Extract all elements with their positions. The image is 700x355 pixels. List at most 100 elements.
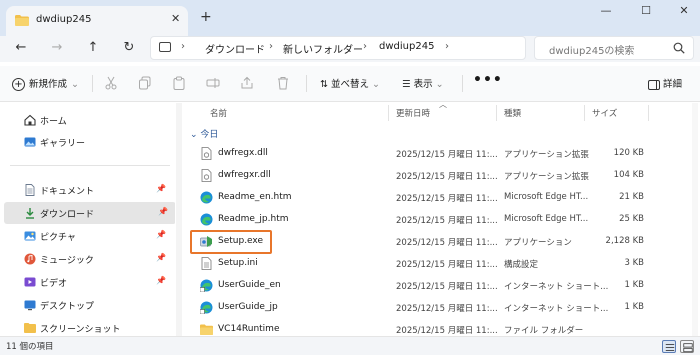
close-tab-icon[interactable]: ✕ [171,12,180,25]
file-row[interactable]: VC14Runtime 2025/12/15 月曜日 11:... ファイル フ… [186,319,692,336]
up-button[interactable]: ↑ [84,40,102,55]
breadcrumb-separator[interactable]: › [363,41,367,52]
breadcrumb-separator[interactable]: › [445,41,449,52]
chevron-down-icon: ⌄ [71,79,79,90]
pin-icon[interactable]: 📌 [156,276,166,285]
paste-icon[interactable] [172,76,186,90]
setup-exe-highlight [190,230,272,254]
file-list: 名前 ︿ 更新日時 種類 サイズ ⌄ 今日 dwfregx.dll 2025/1… [186,103,692,336]
copy-icon[interactable] [138,76,152,90]
tiles-view-icon [682,342,693,352]
documents-icon [25,184,35,196]
back-button[interactable]: ← [12,40,30,55]
new-button[interactable]: + 新規作成 ⌄ [12,76,79,91]
pin-icon[interactable]: 📌 [156,253,166,262]
forward-button[interactable]: → [48,40,66,55]
sidebar-item-documents[interactable]: ドキュメント 📌 [10,179,174,201]
command-bar: + 新規作成 ⌄ ⇅ 並べ替え ⌄ ☰ 表示 ⌄ ••• 詳細 [0,66,700,102]
view-icon: ☰ [402,79,411,90]
breadcrumb-new-folder[interactable]: 新しいフォルダー [283,41,363,56]
tab-dwdiup245[interactable]: dwdiup245 ✕ [6,6,188,36]
breadcrumb-downloads[interactable]: ダウンロード [205,41,265,56]
home-icon [24,114,36,126]
add-tab-button[interactable]: + [200,9,212,25]
column-divider[interactable] [388,105,389,121]
column-divider[interactable] [584,105,585,121]
column-header-size[interactable]: サイズ [592,107,617,119]
file-row[interactable]: dwfregxr.dll 2025/12/15 月曜日 11:... アプリケー… [186,165,692,187]
column-divider[interactable] [496,105,497,121]
gallery-icon [24,137,36,147]
file-list-scrollbar[interactable] [692,103,698,336]
sidebar-item-video[interactable]: ビデオ 📌 [10,271,174,293]
column-header-date[interactable]: 更新日時 [396,107,430,119]
breadcrumb-separator[interactable]: › [269,41,273,52]
details-pane-icon [648,79,660,90]
this-pc-icon[interactable] [159,42,171,52]
pin-icon[interactable]: 📌 [156,184,166,193]
url-shortcut-icon [200,301,213,314]
navigation-bar: ← → ↑ ↻ › ダウンロード › 新しいフォルダー › dwdiup245 … [0,36,700,62]
refresh-button[interactable]: ↻ [120,40,138,55]
breadcrumb-current[interactable]: dwdiup245 [379,41,434,52]
chevron-down-icon: ⌄ [435,79,444,90]
sidebar-item-downloads[interactable]: ダウンロード 📌 [4,202,175,224]
chevron-down-icon: ⌄ [190,130,198,140]
file-row[interactable]: Readme_jp.htm 2025/12/15 月曜日 11:... Micr… [186,209,692,231]
file-row[interactable]: dwfregx.dll 2025/12/15 月曜日 11:... アプリケーシ… [186,143,692,165]
screenshot-folder-icon [24,323,36,333]
minimize-button[interactable]: — [596,4,616,17]
details-view-button[interactable] [662,340,676,353]
music-icon [24,253,36,265]
pictures-icon [24,231,36,241]
details-pane-button[interactable]: 詳細 [648,76,682,90]
pin-icon[interactable]: 📌 [156,230,166,239]
rename-icon[interactable] [206,76,220,90]
more-options-button[interactable]: ••• [473,72,503,88]
sidebar-scrollbar[interactable] [176,103,182,336]
maximize-button[interactable]: ☐ [636,4,656,17]
plus-icon: + [12,78,25,91]
pin-icon[interactable]: 📌 [158,207,168,216]
url-shortcut-icon [200,279,213,292]
search-box[interactable]: dwdiup245の検索 [534,36,694,60]
item-count: 11 個の項目 [6,342,54,352]
sidebar-divider [10,165,170,166]
file-row[interactable]: Readme_en.htm 2025/12/15 月曜日 11:... Micr… [186,187,692,209]
file-row[interactable]: UserGuide_en 2025/12/15 月曜日 11:... インターネ… [186,275,692,297]
search-input[interactable]: dwdiup245の検索 [549,42,634,57]
column-divider[interactable] [648,105,649,121]
toolbar-divider [462,75,463,92]
sidebar-item-screenshots[interactable]: スクリーンショット [10,317,174,336]
sidebar-item-home[interactable]: ホーム [10,109,174,131]
group-header-today[interactable]: ⌄ 今日 [190,127,218,140]
breadcrumb-separator[interactable]: › [181,41,185,52]
share-icon[interactable] [240,76,254,90]
dll-icon [201,147,212,160]
column-header-type[interactable]: 種類 [504,107,521,119]
file-row[interactable]: UserGuide_jp 2025/12/15 月曜日 11:... インターネ… [186,297,692,319]
folder-icon [200,324,213,335]
sort-caret-icon: ︿ [439,103,447,109]
dll-icon [201,169,212,182]
sidebar-item-desktop[interactable]: デスクトップ [10,294,174,316]
video-icon [24,277,36,287]
tiles-view-button[interactable] [680,340,694,353]
details-view-icon [665,343,674,351]
desktop-icon [24,300,36,311]
file-row[interactable]: Setup.ini 2025/12/15 月曜日 11:... 構成設定 3 K… [186,253,692,275]
sidebar-item-gallery[interactable]: ギャラリー [10,131,174,153]
view-button[interactable]: ☰ 表示 ⌄ [402,76,444,90]
cut-icon[interactable] [104,76,118,90]
ini-icon [201,257,212,270]
toolbar-divider [92,75,93,92]
tab-title: dwdiup245 [36,14,92,25]
delete-icon[interactable] [276,76,290,90]
sort-button[interactable]: ⇅ 並べ替え ⌄ [320,76,380,90]
sidebar-item-pictures[interactable]: ピクチャ 📌 [10,225,174,247]
title-bar: dwdiup245 ✕ + — ☐ ✕ [0,0,700,36]
column-header-name[interactable]: 名前 [210,107,227,119]
sidebar-item-music[interactable]: ミュージック 📌 [10,248,174,270]
close-window-button[interactable]: ✕ [674,4,694,17]
address-bar[interactable]: › ダウンロード › 新しいフォルダー › dwdiup245 › [150,36,526,60]
